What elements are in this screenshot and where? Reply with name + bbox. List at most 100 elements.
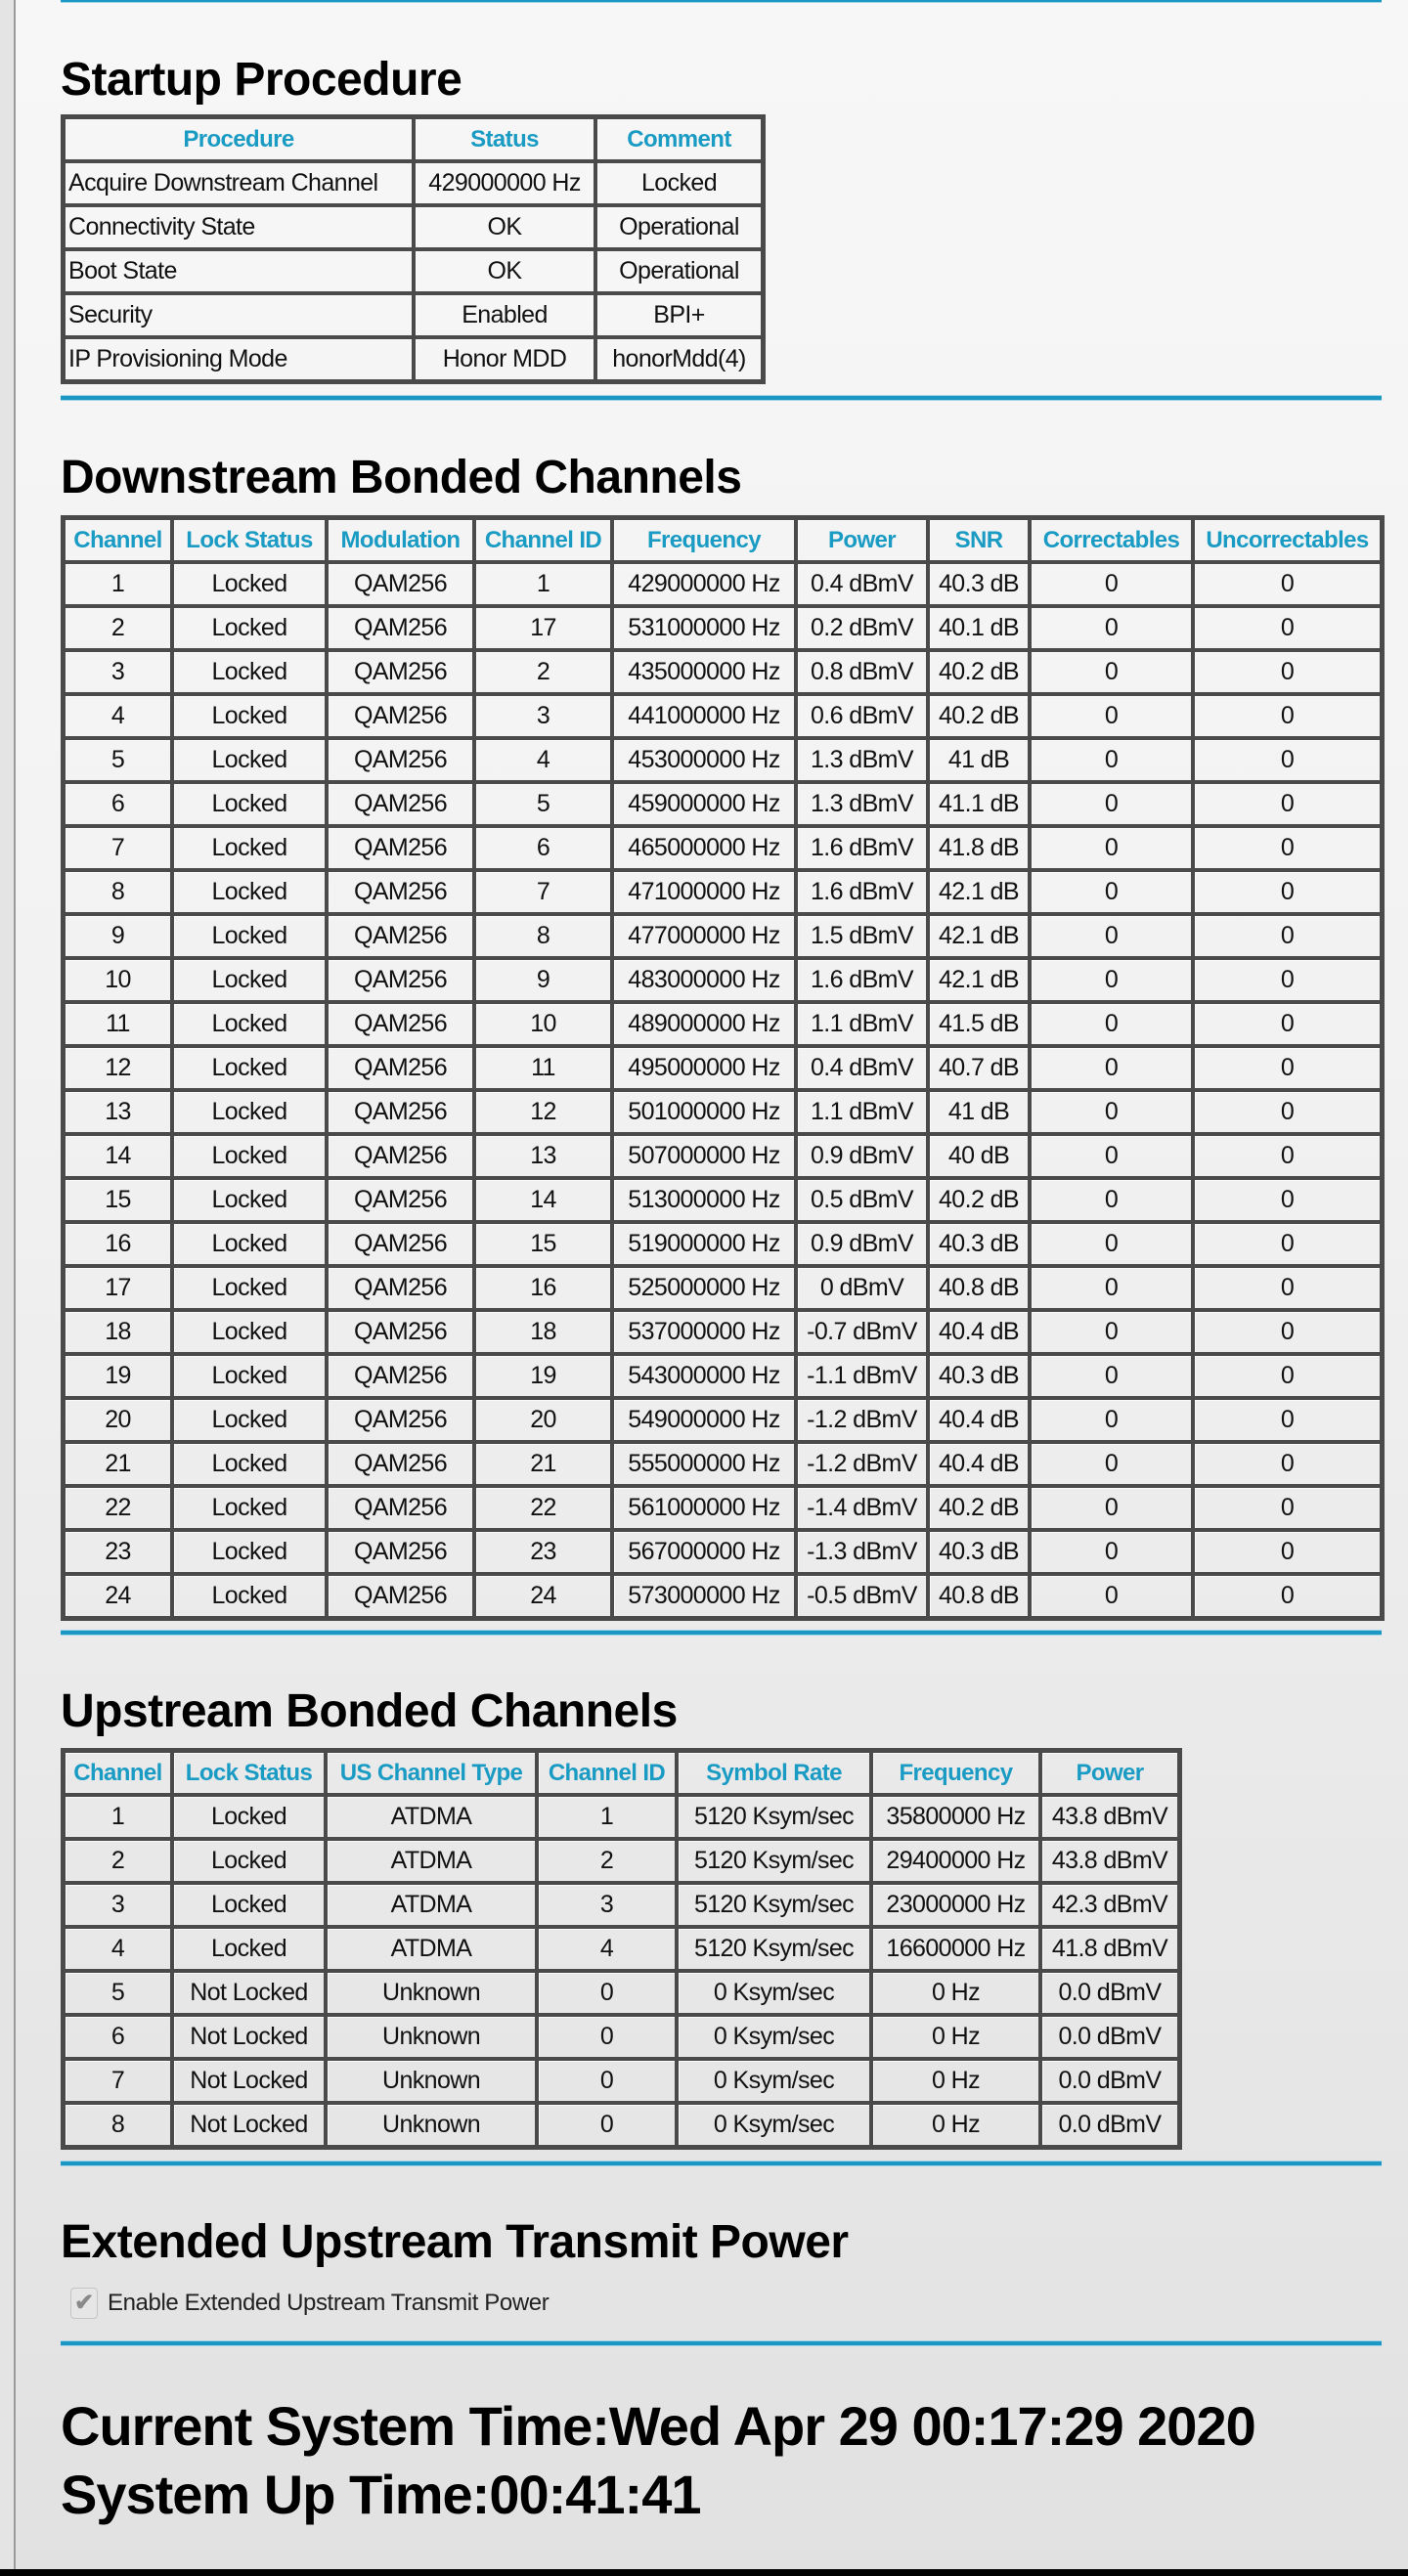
table-row: 12 Locked QAM256 11 495000000 Hz 0.4 dBmV 40.7… — [64, 1046, 1382, 1090]
extended-upstream-checkbox-row[interactable]: ✔ Enable Extended Upstream Transmit Powe… — [70, 2288, 550, 2319]
table-cell: 0 — [1030, 606, 1193, 650]
table-cell: Locked — [172, 1046, 327, 1090]
table-cell: 1.3 dBmV — [796, 738, 928, 782]
table-row: 24 Locked QAM256 24 573000000 Hz -0.5 dBmV 40.… — [64, 1574, 1382, 1618]
table-cell: Locked — [172, 870, 327, 914]
table-cell: 573000000 Hz — [612, 1574, 796, 1618]
table-cell: 429000000 Hz — [612, 562, 796, 606]
table-cell: -0.5 dBmV — [796, 1574, 928, 1618]
table-cell: QAM256 — [327, 914, 474, 958]
column-header: Correctables — [1030, 518, 1193, 562]
table-cell: 10 — [474, 1002, 612, 1046]
table-cell: Locked — [172, 1442, 327, 1486]
table-row: 13 Locked QAM256 12 501000000 Hz 1.1 dBmV 41 d… — [64, 1090, 1382, 1134]
table-cell: Locked — [172, 914, 327, 958]
table-cell: 0.0 dBmV — [1040, 2059, 1179, 2103]
table-cell: 4 — [474, 738, 612, 782]
table-cell: QAM256 — [327, 1046, 474, 1090]
table-cell: 9 — [64, 914, 172, 958]
table-cell: 0 — [1030, 1486, 1193, 1530]
table-cell: 8 — [64, 870, 172, 914]
table-cell: 5120 Ksym/sec — [677, 1839, 871, 1883]
table-cell: 0.0 dBmV — [1040, 2015, 1179, 2059]
table-cell: 16 — [64, 1222, 172, 1266]
table-cell: 18 — [474, 1310, 612, 1354]
table-cell: 0 — [1193, 870, 1382, 914]
table-cell: 19 — [474, 1354, 612, 1398]
table-cell: 41 dB — [928, 738, 1030, 782]
column-header: Channel — [64, 1751, 172, 1795]
table-cell: honorMdd(4) — [595, 337, 763, 381]
table-cell: 3 — [474, 694, 612, 738]
table-cell: Locked — [172, 1398, 327, 1442]
table-row: 6 Not Locked Unknown 0 0 Ksym/sec 0 Hz 0.0 dBm… — [64, 2015, 1179, 2059]
table-cell: QAM256 — [327, 1354, 474, 1398]
table-cell: 40.2 dB — [928, 1178, 1030, 1222]
column-header: Lock Status — [172, 1751, 326, 1795]
table-cell: 0 — [1030, 1266, 1193, 1310]
extended-upstream-checkbox[interactable]: ✔ — [70, 2288, 98, 2319]
table-cell: 489000000 Hz — [612, 1002, 796, 1046]
table-cell: QAM256 — [327, 1398, 474, 1442]
table-cell: Boot State — [64, 249, 414, 293]
table-cell: Locked — [172, 826, 327, 870]
table-cell: 0 Hz — [871, 1971, 1040, 2015]
table-cell: Locked — [172, 1486, 327, 1530]
table-cell: 8 — [64, 2103, 172, 2147]
table-cell: 41.8 dB — [928, 826, 1030, 870]
extended-upstream-heading: Extended Upstream Transmit Power — [61, 2216, 849, 2268]
table-cell: 0 — [1030, 826, 1193, 870]
table-cell: 0.4 dBmV — [796, 1046, 928, 1090]
section-divider — [61, 0, 1382, 2]
table-cell: 531000000 Hz — [612, 606, 796, 650]
table-cell: 17 — [64, 1266, 172, 1310]
table-cell: 41 dB — [928, 1090, 1030, 1134]
table-cell: 537000000 Hz — [612, 1310, 796, 1354]
table-cell: QAM256 — [327, 1222, 474, 1266]
section-divider — [61, 2341, 1382, 2345]
table-cell: QAM256 — [327, 650, 474, 694]
table-cell: 0.8 dBmV — [796, 650, 928, 694]
table-cell: QAM256 — [327, 562, 474, 606]
bottom-bar — [0, 2569, 1408, 2576]
table-cell: 43.8 dBmV — [1040, 1795, 1179, 1839]
table-cell: 15 — [474, 1222, 612, 1266]
table-cell: 40.3 dB — [928, 1530, 1030, 1574]
table-cell: 0 — [1193, 738, 1382, 782]
table-cell: 525000000 Hz — [612, 1266, 796, 1310]
upstream-channels-table: Channel Lock Status US Channel Type Channel… — [61, 1748, 1182, 2150]
table-cell: 0 — [1030, 1530, 1193, 1574]
section-divider — [61, 1631, 1382, 1635]
table-cell: 0 — [1030, 694, 1193, 738]
table-row: 9 Locked QAM256 8 477000000 Hz 1.5 dBmV 42.1 d… — [64, 914, 1382, 958]
table-row: 10 Locked QAM256 9 483000000 Hz 1.6 dBmV 42.1 … — [64, 958, 1382, 1002]
table-cell: 0 — [1030, 1574, 1193, 1618]
table-cell: 7 — [64, 826, 172, 870]
table-cell: BPI+ — [595, 293, 763, 337]
table-cell: 0 — [1193, 1046, 1382, 1090]
table-cell: 12 — [64, 1046, 172, 1090]
table-cell: 6 — [64, 782, 172, 826]
table-cell: 0 Hz — [871, 2015, 1040, 2059]
table-cell: Locked — [595, 161, 763, 205]
table-cell: 40.2 dB — [928, 650, 1030, 694]
table-row: 2 Locked ATDMA 2 5120 Ksym/sec 29400000 Hz 43.… — [64, 1839, 1179, 1883]
table-cell: Locked — [172, 1310, 327, 1354]
table-row: 3 Locked ATDMA 3 5120 Ksym/sec 23000000 Hz 42.… — [64, 1883, 1179, 1927]
table-cell: 2 — [64, 1839, 172, 1883]
table-cell: 429000000 Hz — [414, 161, 595, 205]
table-cell: ATDMA — [326, 1927, 537, 1971]
table-row: Connectivity State OK Operational — [64, 205, 763, 249]
table-cell: 7 — [474, 870, 612, 914]
table-cell: 561000000 Hz — [612, 1486, 796, 1530]
table-cell: Unknown — [326, 2059, 537, 2103]
table-cell: 1.6 dBmV — [796, 870, 928, 914]
table-cell: 5 — [64, 1971, 172, 2015]
section-divider — [61, 2161, 1382, 2165]
table-cell: Locked — [172, 1134, 327, 1178]
table-cell: 0 Hz — [871, 2103, 1040, 2147]
table-cell: 1.6 dBmV — [796, 826, 928, 870]
column-header: Comment — [595, 117, 763, 161]
table-row: 6 Locked QAM256 5 459000000 Hz 1.3 dBmV 41.1 d… — [64, 782, 1382, 826]
table-cell: 41.8 dBmV — [1040, 1927, 1179, 1971]
